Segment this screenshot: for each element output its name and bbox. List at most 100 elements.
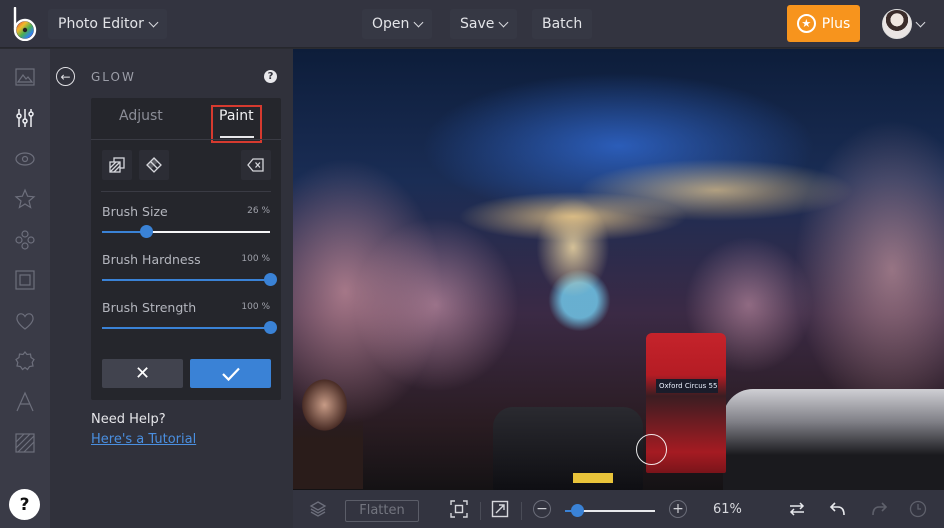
history-button[interactable] [909, 500, 927, 518]
toolbar-divider [521, 502, 522, 520]
brush-strength-label: Brush Strength [102, 300, 197, 315]
layers-hatched-icon [109, 157, 125, 173]
photo-black-taxi [493, 407, 643, 490]
rail-item-image[interactable] [12, 64, 38, 90]
left-nav-rail: ? [0, 49, 50, 528]
brush-size-value: 26 % [247, 206, 270, 216]
brush-strength-thumb[interactable] [264, 321, 277, 334]
zoom-slider[interactable] [565, 504, 655, 517]
apply-button[interactable] [190, 359, 271, 388]
brush-strength-fill [102, 327, 270, 329]
eraser-button[interactable] [139, 150, 169, 180]
app-menu-button[interactable]: Photo Editor [48, 9, 167, 39]
top-bar: Photo Editor Open Save Batch ★ Plus [0, 0, 944, 48]
tutorial-link[interactable]: Here's a Tutorial [91, 432, 196, 447]
rail-item-text[interactable] [12, 389, 38, 415]
fit-to-screen-button[interactable] [450, 500, 468, 518]
help-label: ? [19, 494, 30, 515]
rail-item-frames[interactable] [12, 267, 38, 293]
layers-button[interactable] [309, 500, 327, 518]
zoom-slider-thumb[interactable] [570, 504, 584, 517]
save-label: Save [460, 16, 495, 32]
star-circle-icon: ★ [796, 14, 816, 33]
plus-icon: + [672, 501, 684, 517]
clear-mask-button[interactable] [241, 150, 271, 180]
close-icon: ✕ [134, 363, 151, 384]
photo-canvas[interactable]: Oxford Circus 55 [293, 49, 944, 490]
rail-item-effects[interactable] [12, 146, 38, 172]
undo-button[interactable] [829, 500, 847, 518]
photo-taxi-right [723, 389, 944, 490]
brush-size-thumb[interactable] [139, 225, 153, 238]
paint-card: Adjust Paint Brush Size 26 % Brush Hardn… [91, 98, 281, 400]
zoom-in-button[interactable]: + [669, 500, 687, 518]
eye-icon [15, 152, 35, 166]
help-button[interactable]: ? [9, 489, 40, 520]
invert-mask-button[interactable] [102, 150, 132, 180]
taxi-plate [573, 473, 613, 483]
plus-upgrade-button[interactable]: ★ Plus [787, 5, 860, 42]
rail-item-graphics[interactable] [12, 227, 38, 253]
rail-item-overlays[interactable] [12, 308, 38, 334]
brush-hardness-label: Brush Hardness [102, 252, 201, 267]
toolbar-divider [480, 502, 481, 520]
user-avatar[interactable] [882, 9, 912, 39]
need-help-text: Need Help? [91, 412, 166, 427]
zoom-level: 61% [713, 502, 742, 517]
frame-icon [15, 270, 35, 290]
brush-hardness-value: 100 % [241, 254, 270, 264]
clock-icon [909, 500, 927, 518]
actual-size-button[interactable] [491, 500, 509, 518]
chevron-down-icon [498, 17, 509, 27]
layers-icon [309, 501, 327, 517]
cancel-button[interactable]: ✕ [102, 359, 183, 388]
tab-divider [91, 139, 281, 140]
fit-screen-icon [450, 500, 468, 518]
flatten-button[interactable]: Flatten [345, 500, 419, 522]
panel-strip [50, 49, 80, 528]
panel-title: GLOW [91, 70, 136, 84]
befunky-logo[interactable] [12, 7, 38, 41]
open-button[interactable]: Open [362, 9, 433, 39]
photo-person [293, 369, 363, 489]
arrow-left-icon: ← [60, 69, 71, 84]
redo-button[interactable] [870, 500, 888, 518]
save-button[interactable]: Save [450, 9, 518, 39]
app-menu-label: Photo Editor [58, 16, 144, 32]
eraser-icon [146, 157, 162, 173]
rail-item-backgrounds[interactable] [12, 430, 38, 456]
rail-item-touch-up[interactable] [12, 186, 38, 212]
badge-icon [15, 351, 35, 371]
brush-hardness-slider[interactable] [102, 273, 277, 286]
undo-icon [829, 502, 845, 516]
zoom-out-button[interactable]: − [533, 500, 551, 518]
panel-help-icon[interactable]: ? [264, 70, 277, 83]
compare-button[interactable] [788, 500, 806, 518]
chevron-down-icon[interactable] [915, 17, 926, 28]
plus-label: Plus [821, 15, 851, 32]
brush-hardness-fill [102, 279, 270, 281]
back-button[interactable]: ← [56, 67, 75, 86]
expand-arrow-icon [491, 500, 509, 518]
brush-strength-slider[interactable] [102, 321, 277, 334]
tools-divider [101, 191, 271, 192]
tab-adjust[interactable]: Adjust [119, 108, 163, 124]
backspace-icon [247, 158, 264, 172]
star-icon [14, 188, 36, 209]
bottom-toolbar: Flatten − + 61% [293, 490, 944, 528]
chevron-down-icon [413, 17, 424, 27]
chevron-down-icon [148, 17, 159, 27]
rail-item-edit[interactable] [12, 105, 38, 131]
open-label: Open [372, 16, 410, 32]
brush-size-slider[interactable] [102, 225, 270, 238]
rail-item-textures[interactable] [12, 348, 38, 374]
brush-cursor [636, 434, 667, 465]
batch-button[interactable]: Batch [532, 9, 593, 39]
minus-icon: − [536, 501, 548, 517]
bus-destination-sign: Oxford Circus 55 [656, 379, 718, 393]
letter-a-icon [16, 391, 34, 412]
checkmark-icon [221, 367, 240, 381]
brush-hardness-thumb[interactable] [264, 273, 277, 286]
swap-arrows-icon [789, 502, 805, 516]
hatched-square-icon [15, 433, 35, 453]
